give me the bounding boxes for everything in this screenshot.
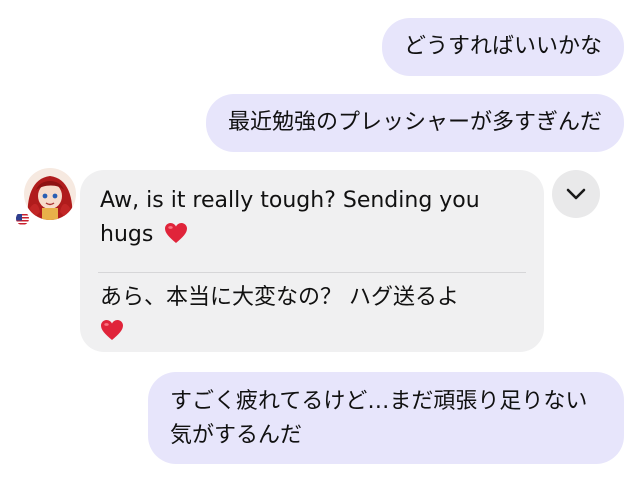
contact-avatar[interactable] [24, 168, 76, 220]
us-flag-icon [16, 212, 29, 225]
message-text: 最近勉強のプレッシャーが多すぎんだ [227, 110, 602, 135]
chevron-down-icon [566, 188, 586, 200]
red-heart-icon [165, 223, 188, 243]
outgoing-message[interactable]: すごく疲れてるけど…まだ頑張り足りない気がするんだ [148, 372, 624, 464]
expand-button[interactable] [552, 170, 600, 218]
message-text: すごく疲れてるけど…まだ頑張り足りない気がするんだ [170, 389, 588, 448]
red-heart-icon [101, 320, 123, 340]
message-translation: あら、本当に大変なの？ ハグ送るよ [100, 285, 459, 310]
outgoing-message[interactable]: どうすればいいかな [381, 18, 624, 76]
anime-girl-avatar-icon [24, 168, 76, 220]
message-text: どうすればいいかな [403, 34, 602, 59]
translation-divider [98, 272, 526, 273]
original-text-block: Aw, is it really tough? Sending you hugs [100, 184, 524, 256]
incoming-message[interactable]: Aw, is it really tough? Sending you hugs… [80, 170, 544, 352]
message-original: Aw, is it really tough? Sending you hugs [100, 188, 480, 247]
chat-view: どうすればいいかな 最近勉強のプレッシャーが多すぎんだ Aw, is it re… [0, 0, 640, 480]
outgoing-message[interactable]: 最近勉強のプレッシャーが多すぎんだ [205, 94, 624, 152]
translation-text-block: あら、本当に大変なの？ ハグ送るよ [100, 281, 524, 349]
